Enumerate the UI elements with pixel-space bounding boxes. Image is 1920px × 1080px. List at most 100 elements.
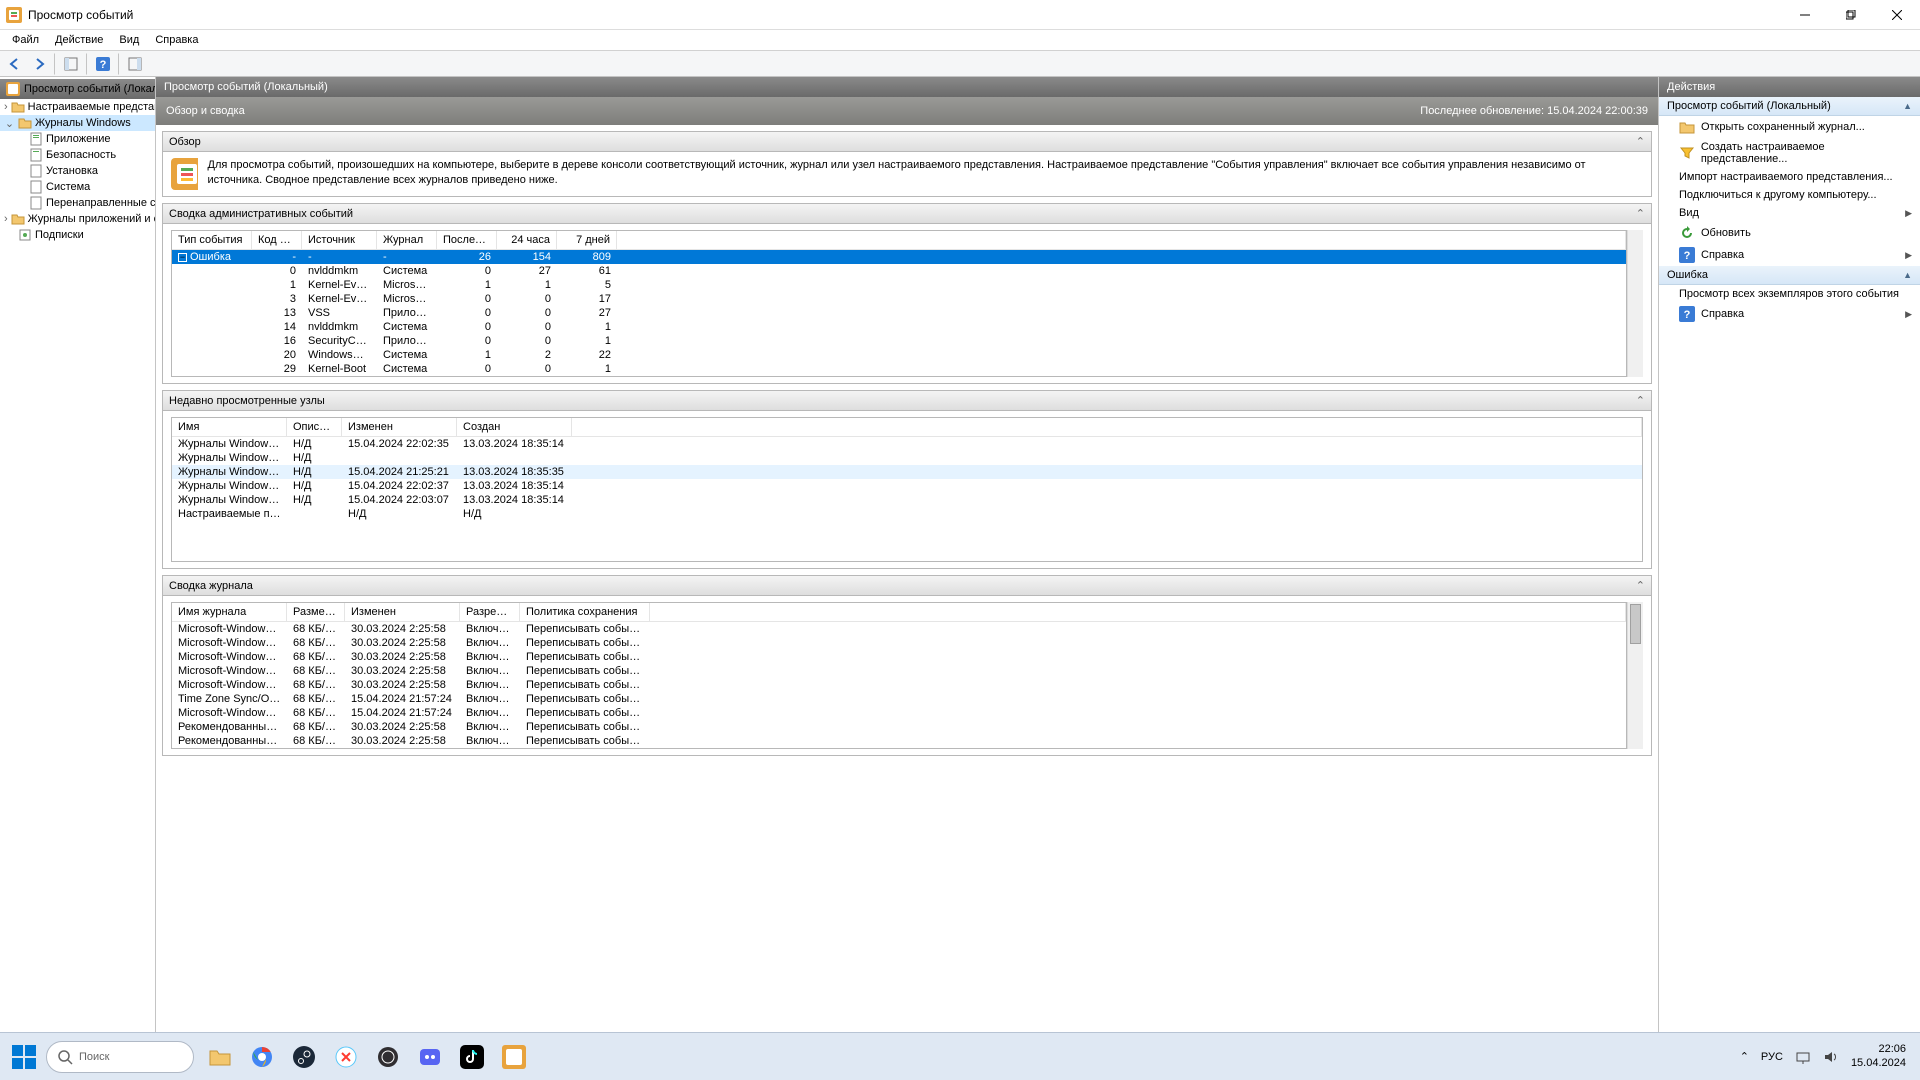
tree-security-log[interactable]: Безопасность [0, 147, 155, 163]
minimize-button[interactable] [1782, 0, 1828, 30]
table-row[interactable]: 0nvlddmkmСистема02761 [172, 264, 1626, 278]
scrollbar[interactable] [1627, 602, 1643, 749]
table-row[interactable]: Рекомендованные спос...68 КБ/1,0...30.03… [172, 720, 1626, 734]
col-src[interactable]: Источник [302, 231, 377, 249]
back-button[interactable] [4, 53, 26, 75]
col-mod[interactable]: Изменен [342, 418, 457, 436]
action-view[interactable]: Вид▶ [1659, 204, 1920, 222]
overview-header[interactable]: Обзор⌃ [163, 132, 1651, 152]
maximize-button[interactable] [1828, 0, 1874, 30]
show-tree-button[interactable] [60, 53, 82, 75]
actions-group-local[interactable]: Просмотр событий (Локальный)▲ [1659, 97, 1920, 116]
taskbar-search[interactable]: Поиск [46, 1041, 194, 1073]
table-row[interactable]: Microsoft-Windows-TZU...68 КБ/1,0...30.0… [172, 678, 1626, 692]
collapse-icon[interactable]: ▲ [1903, 270, 1912, 280]
action-import-view[interactable]: Импорт настраиваемого представления... [1659, 168, 1920, 186]
tray-language[interactable]: РУС [1761, 1051, 1783, 1063]
action-open-saved-log[interactable]: Открыть сохраненный журнал... [1659, 116, 1920, 138]
col-desc[interactable]: Описание [287, 418, 342, 436]
taskbar-explorer-icon[interactable] [202, 1039, 238, 1075]
table-row[interactable]: 3Kernel-EventTr...Microsoft...0017 [172, 292, 1626, 306]
actions-group-error[interactable]: Ошибка▲ [1659, 266, 1920, 285]
forward-button[interactable] [28, 53, 50, 75]
action-view-all-instances[interactable]: Просмотр всех экземпляров этого события [1659, 285, 1920, 303]
scrollbar[interactable] [1627, 230, 1643, 377]
table-row[interactable]: Microsoft-Windows-TWi...68 КБ/1,0...15.0… [172, 706, 1626, 720]
taskbar-obs-icon[interactable] [370, 1039, 406, 1075]
taskbar-steam-icon[interactable] [286, 1039, 322, 1075]
table-row[interactable]: Журналы Windows\Без...Н/Д15.04.2024 22:0… [172, 479, 1642, 493]
tray-chevron-icon[interactable]: ⌃ [1740, 1050, 1749, 1063]
col-mod[interactable]: Изменен [345, 603, 460, 621]
table-row[interactable]: Журналы Windows\Пр...Н/Д15.04.2024 22:03… [172, 493, 1642, 507]
col-24h[interactable]: 24 часа [497, 231, 557, 249]
tree-setup-log[interactable]: Установка [0, 163, 155, 179]
col-created[interactable]: Создан [457, 418, 572, 436]
action-create-view[interactable]: Создать настраиваемое представление... [1659, 138, 1920, 168]
tree-subscriptions[interactable]: Подписки [0, 227, 155, 243]
collapse-icon[interactable]: ⌃ [1636, 135, 1645, 148]
table-row[interactable]: 16SecurityCenterПриложе...001 [172, 334, 1626, 348]
tree-system-log[interactable]: Система [0, 179, 155, 195]
collapse-icon[interactable]: ⌃ [1636, 394, 1645, 407]
collapse-icon[interactable]: ⌃ [1636, 207, 1645, 220]
tree-header[interactable]: Просмотр событий (Локальн [0, 79, 155, 99]
tray-volume-icon[interactable] [1823, 1049, 1839, 1065]
table-row[interactable]: Microsoft-Windows-User...68 КБ/1,0...30.… [172, 622, 1626, 636]
taskbar-tiktok-icon[interactable] [454, 1039, 490, 1075]
table-row[interactable]: Time Zone Sync/Операц...68 КБ/1,0...15.0… [172, 692, 1626, 706]
col-code[interactable]: Код соб... [252, 231, 302, 249]
table-row[interactable]: Журналы Windows\Уст...Н/Д15.04.2024 21:2… [172, 465, 1642, 479]
taskbar-discord-icon[interactable] [412, 1039, 448, 1075]
col-en[interactable]: Разрешено [460, 603, 520, 621]
tree-windows-logs[interactable]: ⌄Журналы Windows [0, 115, 155, 131]
start-button[interactable] [6, 1039, 42, 1075]
table-row[interactable]: 20WindowsUpda...Система1222 [172, 348, 1626, 362]
tree-forwarded-log[interactable]: Перенаправленные соб [0, 195, 155, 211]
action-refresh[interactable]: Обновить [1659, 222, 1920, 244]
menu-action[interactable]: Действие [47, 32, 111, 48]
pane-button[interactable] [124, 53, 146, 75]
action-help[interactable]: ?Справка▶ [1659, 244, 1920, 266]
tree-app-log[interactable]: Приложение [0, 131, 155, 147]
action-connect[interactable]: Подключиться к другому компьютеру... [1659, 186, 1920, 204]
table-row[interactable]: Рекомендованные спос...68 КБ/1,0...30.03… [172, 734, 1626, 748]
col-size[interactable]: Размер (... [287, 603, 345, 621]
col-type[interactable]: Тип события [172, 231, 252, 249]
col-pol[interactable]: Политика сохранения [520, 603, 650, 621]
tree-custom-views[interactable]: ›Настраиваемые представл [0, 99, 155, 115]
table-row[interactable]: 29Kernel-BootСистема001 [172, 362, 1626, 376]
table-row[interactable]: Журналы Windows\Пер...Н/Д [172, 451, 1642, 465]
table-row[interactable]: 14nvlddmkmСистема001 [172, 320, 1626, 334]
table-row[interactable]: 1Kernel-EventTr...Microsoft...115 [172, 278, 1626, 292]
taskbar-chrome-icon[interactable] [244, 1039, 280, 1075]
tree-app-services-logs[interactable]: ›Журналы приложений и сл [0, 211, 155, 227]
col-last[interactable]: Последн... [437, 231, 497, 249]
taskbar-app4-icon[interactable] [328, 1039, 364, 1075]
admin-summary-header[interactable]: Сводка административных событий⌃ [163, 204, 1651, 224]
table-row[interactable]: 13VSSПриложе...0027 [172, 306, 1626, 320]
table-row[interactable]: −Ошибка---26154809 [172, 250, 1626, 264]
menu-file[interactable]: Файл [4, 32, 47, 48]
help-button[interactable]: ? [92, 53, 114, 75]
log-summary-header[interactable]: Сводка журнала⌃ [163, 576, 1651, 596]
collapse-icon[interactable]: ▲ [1903, 101, 1912, 111]
col-7d[interactable]: 7 дней [557, 231, 617, 249]
table-row[interactable]: Microsoft-Windows-Uni...68 КБ/1,0...30.0… [172, 636, 1626, 650]
table-row[interactable]: Настраиваемые предст...Н/ДН/Д [172, 507, 1642, 521]
menu-help[interactable]: Справка [147, 32, 206, 48]
tray-clock[interactable]: 22:06 15.04.2024 [1851, 1043, 1906, 1069]
col-log[interactable]: Журнал [377, 231, 437, 249]
table-row[interactable]: Журналы Windows\Сис...Н/Д15.04.2024 22:0… [172, 437, 1642, 451]
table-row[interactable]: Microsoft-Windows-UAC...68 КБ/1,0...30.0… [172, 664, 1626, 678]
taskbar-eventvwr-icon[interactable] [496, 1039, 532, 1075]
collapse-icon[interactable]: ⌃ [1636, 579, 1645, 592]
tray-network-icon[interactable] [1795, 1049, 1811, 1065]
recent-nodes-header[interactable]: Недавно просмотренные узлы⌃ [163, 391, 1651, 411]
close-button[interactable] [1874, 0, 1920, 30]
col-name[interactable]: Имя [172, 418, 287, 436]
table-row[interactable]: Microsoft-Windows-UAC...68 КБ/1,0...30.0… [172, 650, 1626, 664]
col-logname[interactable]: Имя журнала [172, 603, 287, 621]
menu-view[interactable]: Вид [111, 32, 147, 48]
action-help2[interactable]: ?Справка▶ [1659, 303, 1920, 325]
